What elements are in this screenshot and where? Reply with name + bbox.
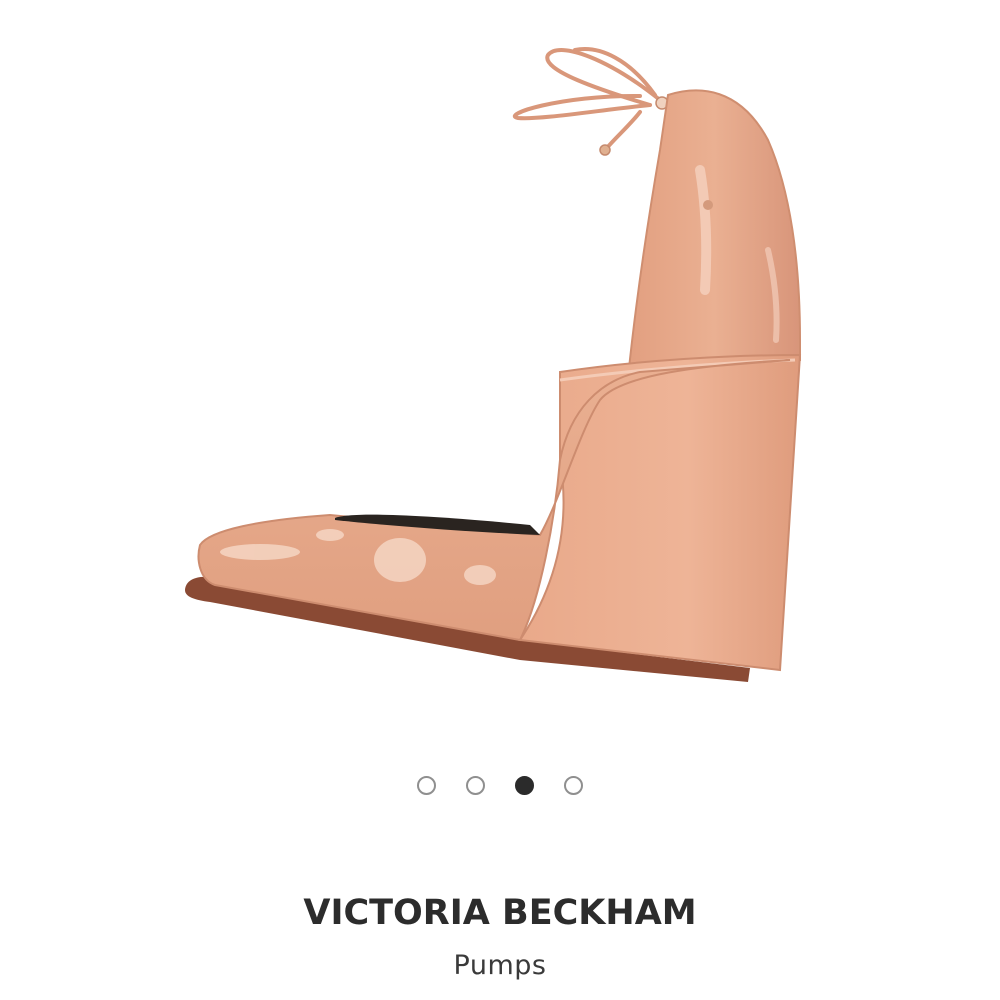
carousel-dot-3-active[interactable] — [515, 776, 534, 795]
product-brand[interactable]: VICTORIA BECKHAM — [0, 893, 1000, 933]
carousel-dots — [0, 776, 1000, 795]
product-detail-page: VICTORIA BECKHAM Pumps — [0, 0, 1000, 1000]
carousel-dot-2[interactable] — [466, 776, 485, 795]
wedge-heel — [518, 353, 802, 672]
carousel-dot-4[interactable] — [564, 776, 583, 795]
product-image[interactable] — [0, 0, 1000, 740]
shoe-icon — [185, 47, 802, 682]
product-category: Pumps — [453, 950, 547, 981]
carousel-dot-1[interactable] — [417, 776, 436, 795]
